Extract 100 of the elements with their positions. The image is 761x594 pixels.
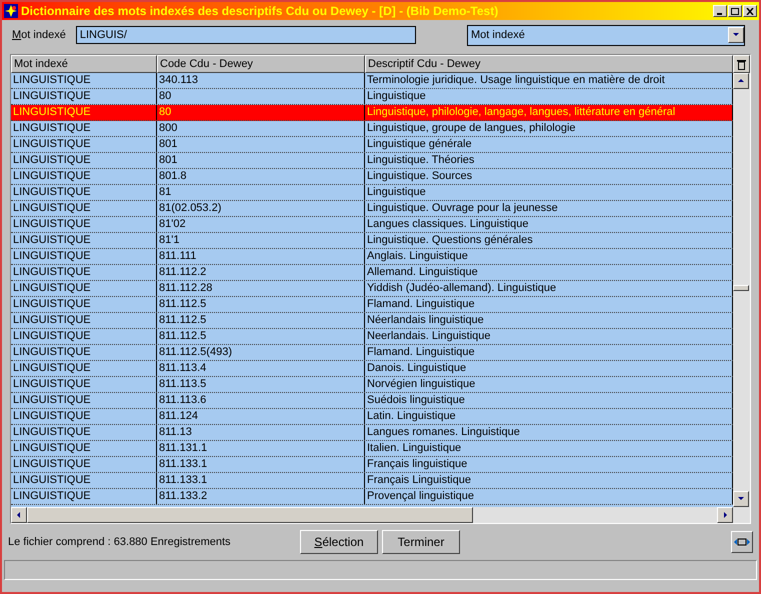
table-cell: LINGUISTIQUE [11,393,157,408]
caret-down-icon [732,31,740,39]
table-row[interactable]: LINGUISTIQUE 81 Linguistique [11,185,733,201]
table-cell: 811.133.1 [157,473,365,488]
table-cell: LINGUISTIQUE [11,105,157,120]
table-row[interactable]: LINGUISTIQUE 811.112.28 Yiddish (Judéo-allemand). Linguistique [11,281,733,297]
table-row[interactable]: LINGUISTIQUE 811.112.2 Allemand. Linguistique [11,265,733,281]
table-cell: 811.13 [157,425,365,440]
table-cell: LINGUISTIQUE [11,473,157,488]
table-row[interactable]: LINGUISTIQUE 81(02.053.2) Linguistique. Ouvrage pour la jeunesse [11,201,733,217]
table-row[interactable]: LINGUISTIQUE 81'02 Langues classiques. Linguistique [11,217,733,233]
table-row[interactable]: LINGUISTIQUE 811.113.6 Suédois linguistique [11,393,733,409]
table-cell: LINGUISTIQUE [11,201,157,216]
table-cell: 801.8 [157,169,365,184]
table-cell: 801 [157,137,365,152]
table-cell: LINGUISTIQUE [11,265,157,280]
table-row[interactable]: LINGUISTIQUE 811.112.5 Flamand. Linguistique [11,297,733,313]
table-row[interactable]: LINGUISTIQUE 801.8 Linguistique. Sources [11,169,733,185]
table-cell: LINGUISTIQUE [11,153,157,168]
trash-icon [737,58,746,70]
close-window-button[interactable]: Terminer [382,530,460,554]
table-cell: 811.112.5 [157,297,365,312]
app-icon [4,4,18,18]
maximize-icon [731,8,739,14]
table-cell: LINGUISTIQUE [11,233,157,248]
caret-up-icon [737,77,745,85]
table-cell: 811.112.5 [157,313,365,328]
table-cell: LINGUISTIQUE [11,121,157,136]
scroll-down-button[interactable] [733,491,749,507]
search-label: Mot indexé [12,28,66,43]
table-row[interactable]: LINGUISTIQUE 800 Linguistique, groupe de langues, philologie [11,121,733,137]
column-header[interactable]: Mot indexé [11,55,157,73]
scroll-left-button[interactable] [11,507,27,523]
horizontal-scroll-thumb[interactable] [27,507,473,523]
resize-columns-button[interactable] [731,531,753,553]
table-cell: LINGUISTIQUE [11,425,157,440]
scroll-up-button[interactable] [733,73,749,89]
table-cell: 811.111 [157,249,365,264]
table-row[interactable]: LINGUISTIQUE 81'1 Linguistique. Questions générales [11,233,733,249]
table-row[interactable]: LINGUISTIQUE 801 Linguistique générale [11,137,733,153]
width-arrows-icon [734,537,750,547]
table-cell: 81'1 [157,233,365,248]
scroll-right-button[interactable] [717,507,733,523]
maximize-button[interactable] [728,5,742,17]
table-row[interactable]: LINGUISTIQUE 811.131.1 Italien. Linguistique [11,441,733,457]
table-row[interactable]: LINGUISTIQUE 811.124 Latin. Linguistique [11,409,733,425]
table-row[interactable]: LINGUISTIQUE 811.112.5 Neerlandais. Linguistique [11,329,733,345]
column-header[interactable]: Code Cdu - Dewey [157,55,365,73]
table-cell: 81(02.053.2) [157,201,365,216]
table-cell: LINGUISTIQUE [11,297,157,312]
caret-down-icon [737,495,745,503]
table-cell: 801 [157,153,365,168]
table-cell: LINGUISTIQUE [11,441,157,456]
column-chooser-button[interactable] [733,55,750,73]
table-row[interactable]: LINGUISTIQUE 340.113 Terminologie juridique. Usage linguistique en matière de droit [11,73,733,89]
table-cell: LINGUISTIQUE [11,489,157,504]
index-dropdown[interactable]: Mot indexé [467,24,745,46]
selection-button[interactable]: Sélection [300,530,378,554]
table-cell: LINGUISTIQUE [11,345,157,360]
column-header[interactable]: Descriptif Cdu - Dewey [365,55,733,73]
table-row[interactable]: LINGUISTIQUE 811.112.5 Néerlandais linguistique [11,313,733,329]
table-cell: LINGUISTIQUE [11,361,157,376]
table-cell: 811.131.1 [157,441,365,456]
close-button[interactable] [743,5,757,17]
table-row[interactable]: LINGUISTIQUE 80 Linguistique, philologie, langage, langues, littérature en général [11,105,733,121]
caret-right-icon [721,511,729,519]
table-cell: 800 [157,121,365,136]
table-row[interactable]: LINGUISTIQUE 811.111 Anglais. Linguistique [11,249,733,265]
table-row[interactable]: LINGUISTIQUE 801 Linguistique. Théories [11,153,733,169]
table-row[interactable]: LINGUISTIQUE 811.113.4 Danois. Linguistique [11,361,733,377]
table-cell: LINGUISTIQUE [11,329,157,344]
table-cell: LINGUISTIQUE [11,217,157,232]
caret-left-icon [15,511,23,519]
table-row[interactable]: LINGUISTIQUE 811.112.5(493) Flamand. Linguistique [11,345,733,361]
table-cell: 80 [157,105,365,120]
table-cell: LINGUISTIQUE [11,185,157,200]
close-icon [746,8,754,14]
table-cell: 811.113.5 [157,377,365,392]
table-row[interactable]: LINGUISTIQUE 80 Linguistique [11,89,733,105]
table-cell: 81'02 [157,217,365,232]
table-row[interactable]: LINGUISTIQUE 811.133.2 Provençal linguistique [11,489,733,505]
table-row[interactable]: LINGUISTIQUE 811.133.1 Français linguistique [11,457,733,473]
scroll-thumb[interactable] [733,285,749,291]
table-cell: LINGUISTIQUE [11,313,157,328]
minimize-button[interactable] [713,5,727,17]
table-row[interactable]: LINGUISTIQUE 811.13 Langues romanes. Linguistique [11,425,733,441]
table-cell: LINGUISTIQUE [11,249,157,264]
table-cell: LINGUISTIQUE [11,409,157,424]
table-cell: 811.112.2 [157,265,365,280]
search-field[interactable]: LINGUIS/ [76,26,416,44]
dropdown-button[interactable] [728,27,744,43]
table-cell: 340.113 [157,73,365,88]
table-row[interactable]: LINGUISTIQUE 811.133.1 Français Linguistique [11,473,733,489]
table-cell: 80 [157,89,365,104]
table-cell: 811.112.5(493) [157,345,365,360]
table-row[interactable]: LINGUISTIQUE 811.113.5 Norvégien linguistique [11,377,733,393]
table-cell: LINGUISTIQUE [11,169,157,184]
table-cell: LINGUISTIQUE [11,137,157,152]
table-cell: 811.112.5 [157,329,365,344]
window-title: Dictionnaire des mots indexés des descriptifs Cdu ou Dewey - [D] - (Bib Demo-Test) [21,3,498,20]
